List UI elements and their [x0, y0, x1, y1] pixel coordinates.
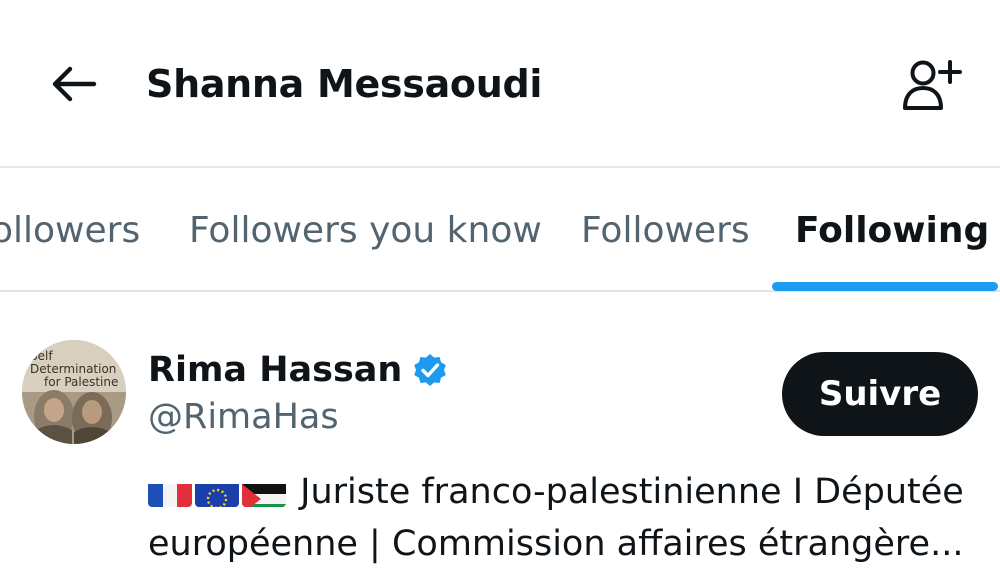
user-name: Rima Hassan — [148, 350, 403, 390]
top-app-bar: Shanna Messaoudi — [0, 0, 1000, 166]
tab-bar: ollowers Followers you know Followers Fo… — [0, 168, 1000, 292]
page-title: Shanna Messaoudi — [146, 62, 543, 106]
active-tab-indicator — [772, 282, 998, 291]
person-add-icon — [903, 60, 962, 110]
tab-verified-followers[interactable]: ollowers — [0, 168, 140, 292]
avatar-text-3: for Palestine — [44, 375, 118, 389]
flag-france-icon — [148, 477, 192, 507]
back-button[interactable] — [44, 56, 104, 112]
tab-following[interactable]: Following — [795, 168, 989, 292]
user-handle: @RimaHas — [148, 397, 339, 437]
avatar-text-1: Self — [30, 349, 53, 363]
bio-text-line-2: européenne | Commission affaires étrangè… — [148, 524, 964, 564]
tab-followers[interactable]: Followers — [581, 168, 750, 292]
flag-palestine-icon — [242, 477, 286, 507]
avatar[interactable]: Self Determination for Palestine — [22, 340, 126, 444]
user-list-item[interactable]: Self Determination for Palestine Rima Ha… — [0, 292, 1000, 575]
verified-badge-icon — [414, 354, 447, 386]
bio-line-1: Juriste franco-palestinienne I Députée — [148, 466, 988, 518]
follow-button[interactable]: Suivre — [782, 352, 978, 436]
avatar-text-2: Determination — [30, 362, 116, 376]
avatar-image: Self Determination for Palestine — [22, 340, 126, 444]
bio-text-line-1: Juriste franco-palestinienne I Députée — [289, 472, 964, 512]
user-bio: Juriste franco-palestinienne I Députée e… — [148, 466, 988, 570]
arrow-left-icon — [52, 66, 97, 102]
flag-eu-icon — [195, 477, 239, 507]
add-person-button[interactable] — [892, 52, 968, 116]
user-name-row: Rima Hassan — [148, 347, 448, 393]
tab-followers-you-know[interactable]: Followers you know — [189, 168, 542, 292]
